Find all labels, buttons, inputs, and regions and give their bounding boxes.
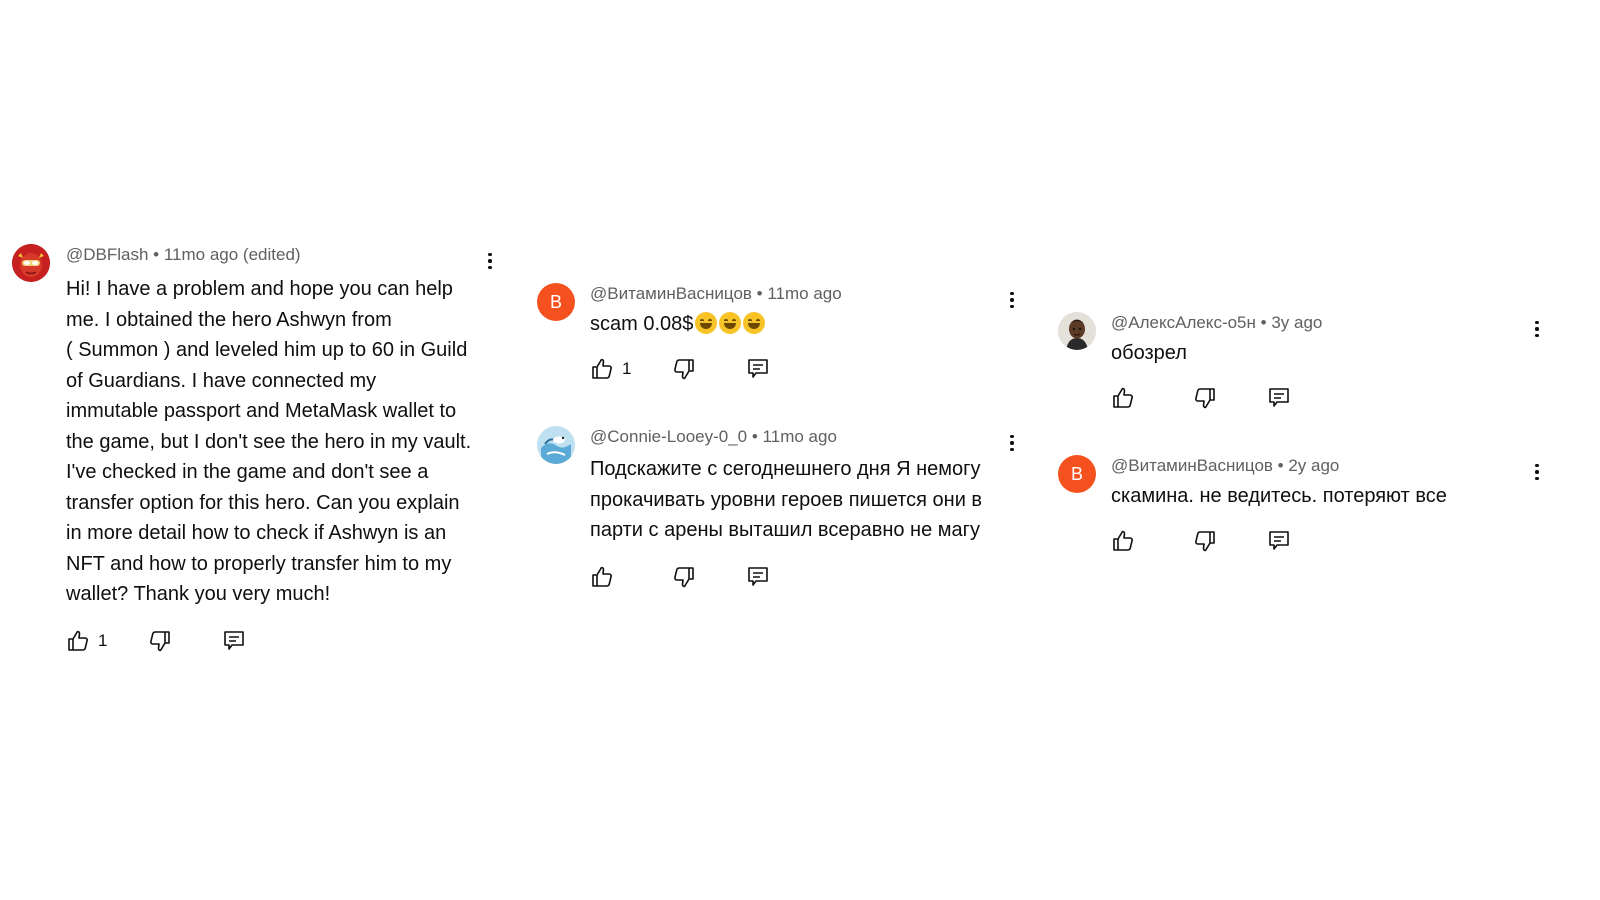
comment-actions (1111, 526, 1551, 556)
comment-meta: @Connie-Looey-0_0 • 11mo ago (590, 427, 837, 446)
like-button[interactable] (1111, 386, 1193, 410)
reply-icon (1269, 387, 1289, 407)
reply-button[interactable] (746, 357, 776, 381)
text-line: ( Summon ) and leveled him up to 60 in G… (66, 339, 468, 361)
thumbs-up-icon (592, 358, 612, 379)
text-line: immutable passport and MetaMask wallet t… (66, 400, 457, 422)
text-line: прокачивать уровни героев пишется они в (590, 488, 983, 511)
dislike-button[interactable] (1193, 386, 1267, 410)
author-name[interactable]: @ВитаминВасницов (590, 284, 752, 303)
reply-icon (224, 630, 244, 650)
author-name[interactable]: @DBFlash (66, 245, 148, 264)
like-button[interactable] (1111, 529, 1193, 553)
swan-icon (537, 426, 575, 464)
comment-time[interactable]: 11mo ago (edited) (164, 245, 301, 264)
person-icon (1058, 312, 1096, 350)
text-line: Подскажите с сегоднешнего дня Я немогу (590, 458, 981, 480)
text-line: NFT and how to properly transfer him to … (66, 552, 452, 575)
like-count: 1 (98, 630, 108, 650)
text-line: I've checked in the game and don't see a (66, 461, 429, 483)
text-line: scam 0.08$ (590, 313, 694, 335)
like-button[interactable] (590, 565, 672, 589)
comment-meta: @АлексАлекс-о5н • 3y ago (1111, 313, 1323, 332)
reply-button[interactable] (746, 565, 776, 589)
more-options-button[interactable] (1529, 318, 1545, 340)
comment-connie: @Connie-Looey-0_0 • 11mo ago Подскажите … (537, 426, 1027, 596)
more-options-button[interactable] (1004, 289, 1020, 311)
comment-body: @DBFlash • 11mo ago (edited) Hi! I have … (66, 244, 486, 656)
reply-button[interactable] (1267, 529, 1297, 553)
letter-avatar[interactable]: В (1058, 455, 1096, 493)
like-button[interactable]: 1 (590, 357, 672, 381)
comment-time[interactable]: 2y ago (1288, 456, 1339, 475)
text-line: the game, but I don't see the hero in my… (66, 430, 472, 453)
reply-icon (748, 566, 768, 586)
comment-actions: 1 (590, 354, 1000, 384)
comment-vitamin-scam: В @ВитаминВасницов • 11mo ago scam 0.08$… (537, 283, 1027, 393)
comment-body: @ВитаминВасницов • 11mo ago scam 0.08$ 1 (590, 283, 1000, 384)
thumbs-up-icon (1113, 387, 1133, 408)
swan-avatar[interactable] (537, 426, 575, 464)
text-line: me. I obtained the hero Ashwyn from (66, 308, 392, 331)
laughing-emoji-icon (719, 312, 742, 334)
comment-text: обозрел (1111, 338, 1531, 369)
comment-meta: @ВитаминВасницов • 2y ago (1111, 456, 1340, 475)
thumbs-down-icon (674, 358, 694, 379)
reply-icon (748, 358, 768, 378)
laughing-emoji-icon (695, 312, 718, 334)
comment-time[interactable]: 3y ago (1271, 313, 1322, 332)
like-button[interactable]: 1 (66, 629, 148, 653)
letter-avatar[interactable]: В (537, 283, 575, 321)
dislike-button[interactable] (672, 357, 746, 381)
text-line: wallet? Thank you very much! (66, 583, 331, 605)
reply-button[interactable] (1267, 386, 1297, 410)
thumbs-down-icon (674, 566, 694, 587)
text-line: скамина. не ведитесь. потеряют все (1111, 485, 1447, 507)
flash-icon (12, 244, 50, 282)
comment-body: @АлексАлекс-о5н • 3y ago обозрел (1111, 312, 1531, 413)
text-line: transfer option for this hero. Can you e… (66, 491, 460, 514)
thumbs-up-icon (592, 566, 612, 587)
comment-aleks: @АлексАлекс-о5н • 3y ago обозрел (1058, 312, 1588, 422)
text-line: of Guardians. I have connected my (66, 369, 377, 392)
person-avatar[interactable] (1058, 312, 1096, 350)
author-name[interactable]: @АлексАлекс-о5н (1111, 313, 1256, 332)
thumbs-up-icon (1113, 530, 1133, 551)
comment-time[interactable]: 11mo ago (763, 427, 837, 446)
comment-vitamin-skamina: В @ВитаминВасницов • 2y ago скамина. не … (1058, 455, 1588, 565)
comment-body: @Connie-Looey-0_0 • 11mo ago Подскажите … (590, 426, 1010, 592)
reply-button[interactable] (222, 629, 252, 653)
comment-meta: @ВитаминВасницов • 11mo ago (590, 284, 842, 303)
text-line: обозрел (1111, 342, 1187, 364)
thumbs-down-icon (1195, 530, 1215, 551)
thumbs-up-icon (68, 630, 88, 651)
dislike-button[interactable] (1193, 529, 1267, 553)
text-line: парти с арены выташил всеравно не магу (590, 519, 980, 541)
text-line: in more detail how to check if Ashwyn is… (66, 522, 447, 544)
flash-avatar[interactable] (12, 244, 50, 282)
comment-actions (1111, 383, 1531, 413)
comment-dbflash: @DBFlash • 11mo ago (edited) Hi! I have … (12, 244, 502, 654)
comment-actions (590, 562, 1010, 592)
dislike-button[interactable] (148, 629, 222, 653)
comment-time[interactable]: 11mo ago (767, 284, 841, 303)
text-line: Hi! I have a problem and hope you can he… (66, 278, 453, 300)
comment-text: скамина. не ведитесь. потеряют все (1111, 481, 1551, 512)
reply-icon (1269, 530, 1289, 550)
comment-text: scam 0.08$ (590, 309, 1000, 340)
author-name[interactable]: @ВитаминВасницов (1111, 456, 1273, 475)
comment-text: Подскажите с сегоднешнего дня Я немогу п… (590, 454, 1010, 546)
thumbs-down-icon (150, 630, 170, 651)
comment-body: @ВитаминВасницов • 2y ago скамина. не ве… (1111, 455, 1551, 556)
laughing-emoji-icon (743, 312, 766, 334)
comment-actions: 1 (66, 626, 486, 656)
like-count: 1 (622, 358, 632, 378)
thumbs-down-icon (1195, 387, 1215, 408)
comment-text: Hi! I have a problem and hope you can he… (66, 274, 486, 610)
comment-meta: @DBFlash • 11mo ago (edited) (66, 245, 301, 264)
dislike-button[interactable] (672, 565, 746, 589)
author-name[interactable]: @Connie-Looey-0_0 (590, 427, 747, 446)
